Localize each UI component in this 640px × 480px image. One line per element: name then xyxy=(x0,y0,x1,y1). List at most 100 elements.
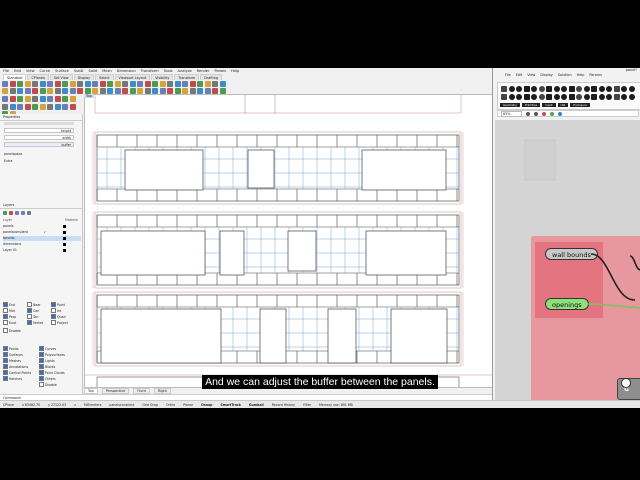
tab-cplanes[interactable]: CPlanes xyxy=(27,74,49,80)
checkbox-icon[interactable] xyxy=(3,308,8,313)
filter-icon[interactable] xyxy=(27,211,31,215)
layer-current-check[interactable]: ✓ xyxy=(41,230,49,235)
layer-color-swatch[interactable] xyxy=(63,231,66,234)
toolbar-tool-icon[interactable] xyxy=(32,103,38,110)
toolbar-tool-icon[interactable] xyxy=(32,81,38,87)
toolbar-tool-icon[interactable] xyxy=(129,81,136,87)
checkbox-icon[interactable] xyxy=(3,352,8,357)
gh-component-icon[interactable] xyxy=(568,94,575,100)
toolbar-tool-icon[interactable] xyxy=(9,81,16,87)
toolbar-tool-icon[interactable] xyxy=(182,81,188,87)
toolbar-tool-icon[interactable] xyxy=(122,81,128,87)
gh-component-icon[interactable] xyxy=(553,86,560,92)
checkbox-icon[interactable] xyxy=(3,346,8,351)
gh-menu-help[interactable]: Help xyxy=(577,72,585,78)
checkbox-icon[interactable] xyxy=(3,314,8,319)
checkbox-icon[interactable] xyxy=(3,328,8,333)
toolbar-tool-icon[interactable] xyxy=(69,88,76,94)
toolbar-tool-icon[interactable] xyxy=(114,81,121,87)
gh-component-icon[interactable] xyxy=(606,94,612,100)
filter-polysurfaces[interactable]: Polysurfaces xyxy=(39,352,65,357)
filter-lights[interactable]: Lights xyxy=(39,358,55,363)
gh-component-icon[interactable] xyxy=(546,86,552,92)
layer-color-swatch[interactable] xyxy=(63,243,66,246)
gh-component-icon[interactable] xyxy=(583,94,590,100)
gh-tool-tab-input[interactable]: Input xyxy=(542,103,556,107)
buffer-field[interactable]: buffer xyxy=(4,142,74,147)
toolbar-tool-icon[interactable] xyxy=(62,81,68,87)
layer-row[interactable]: panels xyxy=(3,224,81,229)
osnap-tan[interactable]: Tan xyxy=(27,314,38,319)
status-grid-snap[interactable]: Grid Snap xyxy=(142,401,158,408)
toolbar-tool-icon[interactable] xyxy=(17,81,23,87)
toolbar-tool-icon[interactable] xyxy=(189,81,196,87)
toolbar-tool-icon[interactable] xyxy=(39,96,46,102)
checkbox-icon[interactable] xyxy=(27,308,32,313)
gh-component-icon[interactable] xyxy=(516,94,522,100)
toolbar-tool-icon[interactable] xyxy=(219,81,226,87)
tab-properties[interactable]: Properties xyxy=(0,114,82,121)
toolbar-tool-icon[interactable] xyxy=(204,81,211,87)
checkbox-icon[interactable] xyxy=(39,364,44,369)
gh-component-icon[interactable] xyxy=(508,94,515,100)
filter-point-clouds[interactable]: Point Clouds xyxy=(39,370,65,375)
toolbar-tool-icon[interactable] xyxy=(17,103,23,110)
gh-component-icon[interactable] xyxy=(583,86,590,92)
status-ortho[interactable]: Ortho xyxy=(166,401,175,408)
gh-component-icon[interactable] xyxy=(591,94,597,100)
osnap-near[interactable]: Near xyxy=(27,302,41,307)
checkbox-icon[interactable] xyxy=(3,320,8,325)
toolbar-tool-icon[interactable] xyxy=(17,88,23,94)
osnap-knot[interactable]: Knot xyxy=(3,320,16,325)
gh-component-icon[interactable] xyxy=(606,86,612,92)
gh-component-icon[interactable] xyxy=(613,86,620,92)
status-filter[interactable]: Filter xyxy=(303,401,311,408)
checkbox-icon[interactable] xyxy=(3,364,8,369)
gh-menu-display[interactable]: Display xyxy=(540,72,553,78)
status-units[interactable]: Millimeters xyxy=(84,401,102,408)
gh-component-icon[interactable] xyxy=(621,86,627,92)
preview-selected-icon[interactable] xyxy=(550,111,554,116)
gh-component-icon[interactable] xyxy=(576,86,582,92)
checkbox-icon[interactable] xyxy=(3,358,8,363)
checkbox-icon[interactable] xyxy=(3,302,8,307)
gh-component-icon[interactable] xyxy=(531,94,537,100)
filter-annotations[interactable]: Annotations xyxy=(3,364,28,369)
gh-menu-solution[interactable]: Solution xyxy=(558,72,572,78)
sidebar-toolbar[interactable] xyxy=(2,96,82,117)
viewport-title[interactable]: Top xyxy=(84,94,94,98)
osnap-quad[interactable]: Quad xyxy=(51,314,66,319)
gh-tool-tab-primitive[interactable]: Primitive xyxy=(521,103,541,107)
checkbox-icon[interactable] xyxy=(39,346,44,351)
toolbar-tool-icon[interactable] xyxy=(39,103,46,110)
status-record-history[interactable]: Record History xyxy=(272,401,295,408)
toolbar-tool-icon[interactable] xyxy=(2,96,8,102)
status-smarttrack[interactable]: SmartTrack xyxy=(220,401,240,408)
toolbar-tool-icon[interactable] xyxy=(174,81,181,87)
toolbar-tool-icon[interactable] xyxy=(32,96,38,102)
checkbox-icon[interactable] xyxy=(51,308,56,313)
toolbar-tool-icon[interactable] xyxy=(107,81,113,87)
toolbar-tool-icon[interactable] xyxy=(62,88,68,94)
toolbar-tool-icon[interactable] xyxy=(92,81,98,87)
osnap-cen[interactable]: Cen xyxy=(27,308,39,313)
filter-meshes[interactable]: Meshes xyxy=(3,358,21,363)
layer-color-swatch[interactable] xyxy=(63,249,66,252)
delete-layer-icon[interactable] xyxy=(9,211,13,215)
tab-set-view[interactable]: Set View xyxy=(49,74,73,80)
osnap-end[interactable]: End xyxy=(3,302,15,307)
tab-layers[interactable]: Layers xyxy=(0,202,82,209)
layer-current-check[interactable] xyxy=(41,236,49,241)
tab-select[interactable]: Select xyxy=(95,74,114,80)
checkbox-icon[interactable] xyxy=(39,352,44,357)
gh-component-icon[interactable] xyxy=(561,86,567,92)
filter-surfaces[interactable]: Surfaces xyxy=(3,352,23,357)
gh-component-icon[interactable] xyxy=(576,94,582,100)
height-field[interactable]: height xyxy=(4,128,74,133)
gh-component-icon[interactable] xyxy=(501,94,507,100)
toolbar-tool-icon[interactable] xyxy=(159,81,166,87)
layers-toolbar[interactable] xyxy=(3,211,31,215)
layer-row[interactable]: bounds xyxy=(3,236,81,241)
osnap-vertex[interactable]: Vertex xyxy=(27,320,43,325)
gh-component-icon[interactable] xyxy=(531,86,537,92)
